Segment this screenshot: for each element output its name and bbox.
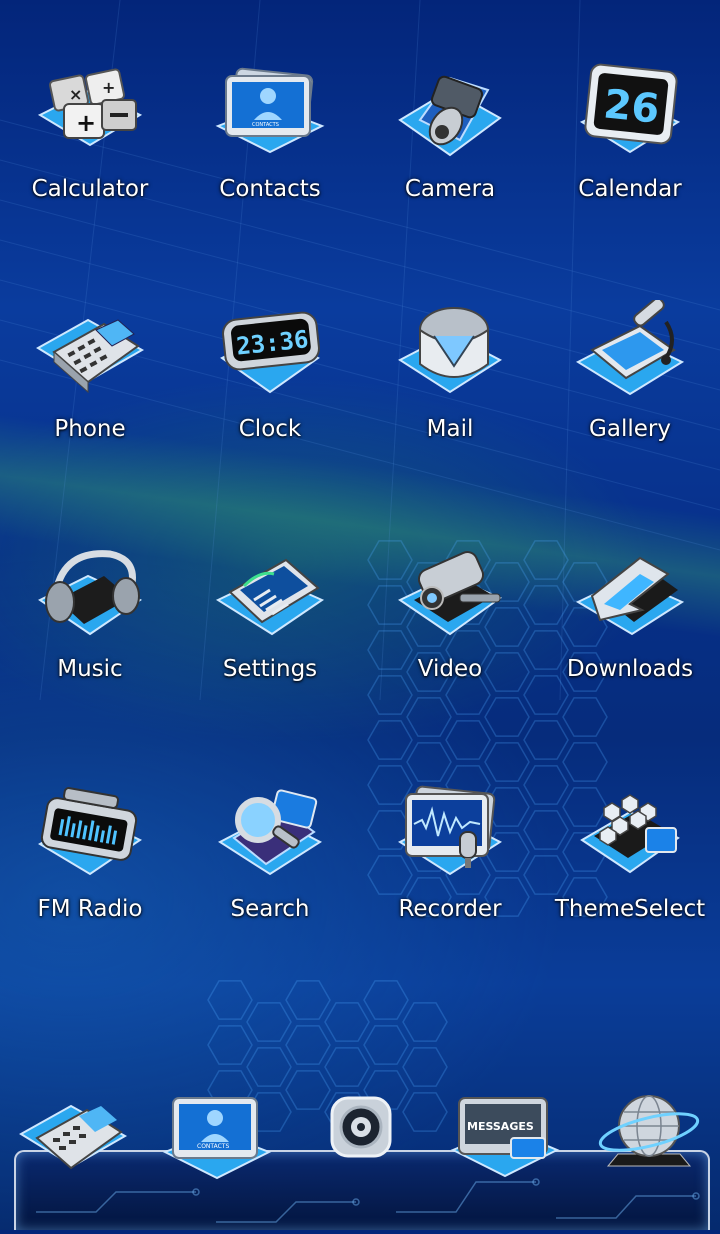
- calendar-icon: 26: [579, 63, 681, 154]
- app-drawer-icon: [330, 1096, 392, 1158]
- app-music[interactable]: Music: [0, 540, 180, 710]
- dock-browser[interactable]: [584, 1080, 714, 1180]
- app-settings[interactable]: Settings: [180, 540, 360, 710]
- app-label: Video: [417, 656, 483, 682]
- hex-cell: [363, 1025, 409, 1065]
- app-theme-select[interactable]: ThemeSelect: [540, 780, 720, 950]
- contacts-icon: CONTACTS: [162, 1097, 272, 1180]
- app-grid: × + + Calculator CONTACTS Contacts Camer…: [0, 0, 720, 1000]
- mail-icon: [398, 307, 502, 394]
- camera-icon: [398, 75, 502, 157]
- hex-cell: [246, 1002, 292, 1042]
- gallery-icon: [575, 300, 685, 396]
- contacts-icon: CONTACTS: [215, 67, 325, 154]
- recorder-icon: [398, 785, 502, 876]
- app-label: Phone: [54, 416, 126, 442]
- video-icon: [398, 551, 503, 636]
- browser-globe-icon: [598, 1095, 700, 1167]
- svg-text:+: +: [102, 78, 115, 97]
- dock-phone[interactable]: [8, 1086, 138, 1186]
- svg-text:×: ×: [69, 85, 82, 104]
- svg-text:+: +: [76, 109, 96, 137]
- dock-messages-caption: MESSAGES: [467, 1120, 534, 1133]
- dock-app-drawer[interactable]: [296, 1078, 426, 1178]
- hex-cell: [285, 1025, 331, 1065]
- hex-cell: [324, 1002, 370, 1042]
- app-calendar[interactable]: 26 Calendar: [540, 60, 720, 230]
- app-downloads[interactable]: Downloads: [540, 540, 720, 710]
- theme-select-icon: [580, 794, 680, 874]
- music-icon: [38, 550, 143, 636]
- app-label: Music: [57, 656, 123, 682]
- app-recorder[interactable]: Recorder: [360, 780, 540, 950]
- app-label: Settings: [222, 656, 318, 682]
- hex-cell: [402, 1002, 448, 1042]
- svg-text:CONTACTS: CONTACTS: [252, 122, 279, 128]
- app-label: Gallery: [589, 416, 671, 442]
- phone-icon: [19, 1104, 128, 1170]
- app-label: Calculator: [31, 176, 149, 202]
- calendar-date-text: 26: [601, 81, 661, 133]
- app-label: Contacts: [219, 176, 321, 202]
- app-label: ThemeSelect: [554, 896, 706, 922]
- app-phone[interactable]: Phone: [0, 300, 180, 470]
- radio-icon: [38, 787, 142, 876]
- app-mail[interactable]: Mail: [360, 300, 540, 470]
- phone-icon: [36, 318, 145, 394]
- search-icon: [218, 789, 322, 876]
- hex-cell: [207, 1025, 253, 1065]
- app-video[interactable]: Video: [360, 540, 540, 710]
- app-label: Mail: [426, 416, 474, 442]
- app-gallery[interactable]: Gallery: [540, 300, 720, 470]
- app-contacts[interactable]: CONTACTS Contacts: [180, 60, 360, 230]
- app-search[interactable]: Search: [180, 780, 360, 950]
- messages-icon: MESSAGES: [450, 1097, 560, 1178]
- app-camera[interactable]: Camera: [360, 60, 540, 230]
- app-label: Downloads: [566, 656, 694, 682]
- clock-icon: 23:36: [220, 311, 320, 394]
- app-label: Search: [230, 896, 310, 922]
- app-label: FM Radio: [37, 896, 143, 922]
- calculator-icon: × + +: [37, 68, 143, 147]
- app-fm-radio[interactable]: FM Radio: [0, 780, 180, 950]
- dock: CONTACTS MESSAGES: [0, 1060, 720, 1230]
- downloads-icon: [575, 556, 685, 636]
- settings-icon: [215, 558, 325, 636]
- app-label: Camera: [404, 176, 496, 202]
- dock-messages[interactable]: MESSAGES: [440, 1084, 570, 1184]
- app-label: Clock: [238, 416, 302, 442]
- app-clock[interactable]: 23:36 Clock: [180, 300, 360, 470]
- dock-contacts[interactable]: CONTACTS: [152, 1086, 282, 1186]
- app-label: Calendar: [578, 176, 682, 202]
- app-label: Recorder: [398, 896, 502, 922]
- app-calculator[interactable]: × + + Calculator: [0, 60, 180, 230]
- dock-contacts-caption: CONTACTS: [197, 1143, 229, 1150]
